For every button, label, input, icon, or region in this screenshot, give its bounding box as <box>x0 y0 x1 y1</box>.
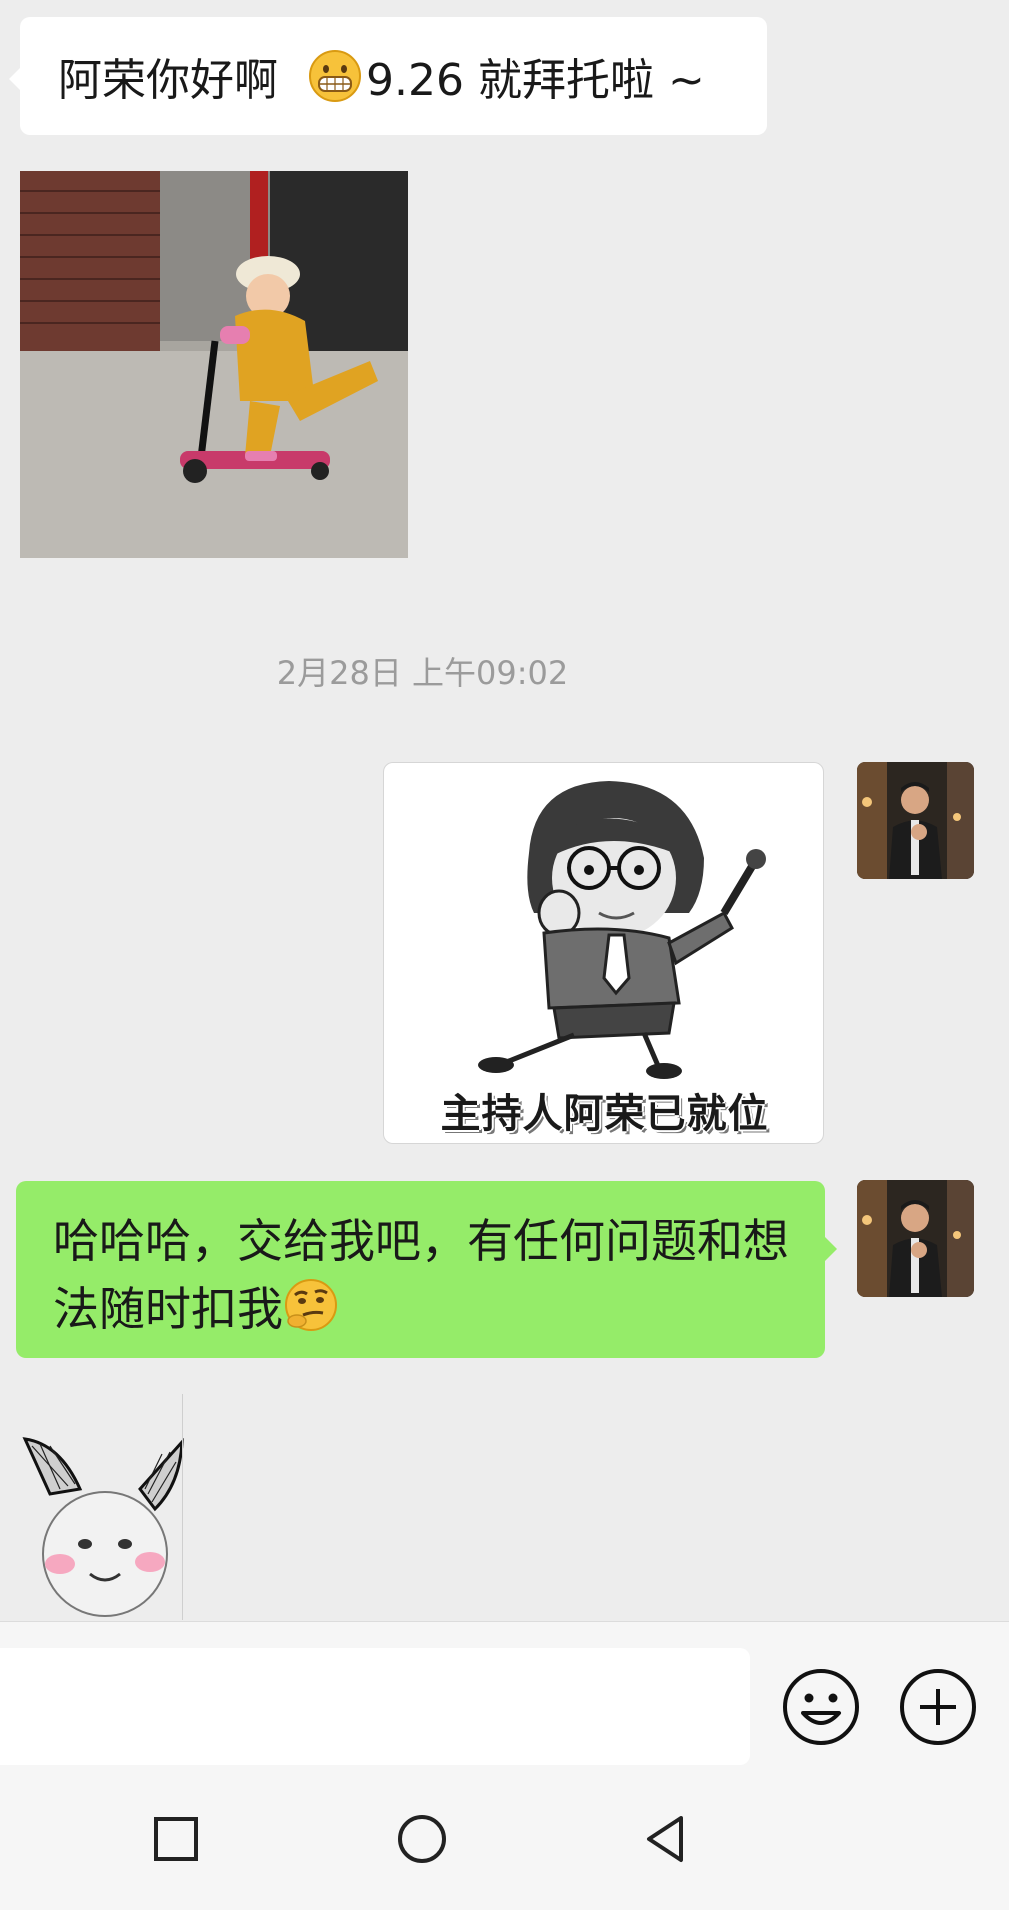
message-text: 阿荣你好啊 <box>58 55 278 106</box>
home-button[interactable] <box>392 1809 452 1869</box>
my-avatar[interactable] <box>857 762 974 879</box>
plus-circle-icon <box>900 1669 976 1745</box>
chat-screen: 阿荣你好啊 9.26 就拜托啦 ~ 2月28日 上午09:02 主持人阿荣已就位… <box>0 0 1009 1910</box>
incoming-message-bubble[interactable]: 阿荣你好啊 9.26 就拜托啦 ~ <box>9 17 767 135</box>
triangle-back-icon <box>647 1816 683 1862</box>
outgoing-sticker-message[interactable]: 主持人阿荣已就位 <box>383 762 824 1144</box>
incoming-photo-message[interactable] <box>20 171 408 558</box>
outgoing-message-bubble[interactable]: 哈哈哈，交给我吧，有任何问题和想法随时扣我 <box>16 1181 837 1358</box>
message-input[interactable] <box>0 1648 750 1765</box>
more-button[interactable] <box>898 1667 978 1747</box>
message-text-continued: 9.26 就拜托啦 ~ <box>366 55 705 106</box>
recents-button[interactable] <box>146 1809 206 1869</box>
incoming-sticker-message[interactable] <box>20 1394 184 1620</box>
smiley-icon <box>783 1669 859 1745</box>
child-on-scooter-photo-icon <box>20 171 408 558</box>
message-timestamp: 2月28日 上午09:02 <box>276 654 569 692</box>
thinking-smirk-emoji-icon <box>283 1277 339 1333</box>
grinning-face-emoji-icon <box>308 49 362 103</box>
emoji-button[interactable] <box>781 1667 861 1747</box>
person-photo-icon <box>857 762 974 879</box>
bunny-ears-meme-sticker-icon <box>22 1437 184 1617</box>
sticker-divider <box>182 1394 183 1620</box>
square-icon <box>154 1817 198 1861</box>
person-photo-icon <box>857 1180 974 1297</box>
system-navigation-bar <box>0 1769 1009 1910</box>
message-input-bar <box>0 1621 1009 1769</box>
sticker-caption: 主持人阿荣已就位 <box>440 1091 769 1137</box>
back-button[interactable] <box>636 1809 696 1869</box>
message-text: 哈哈哈，交给我吧，有任何问题和想法随时扣我 <box>53 1214 789 1336</box>
my-avatar[interactable] <box>857 1180 974 1297</box>
circle-icon <box>398 1815 446 1863</box>
